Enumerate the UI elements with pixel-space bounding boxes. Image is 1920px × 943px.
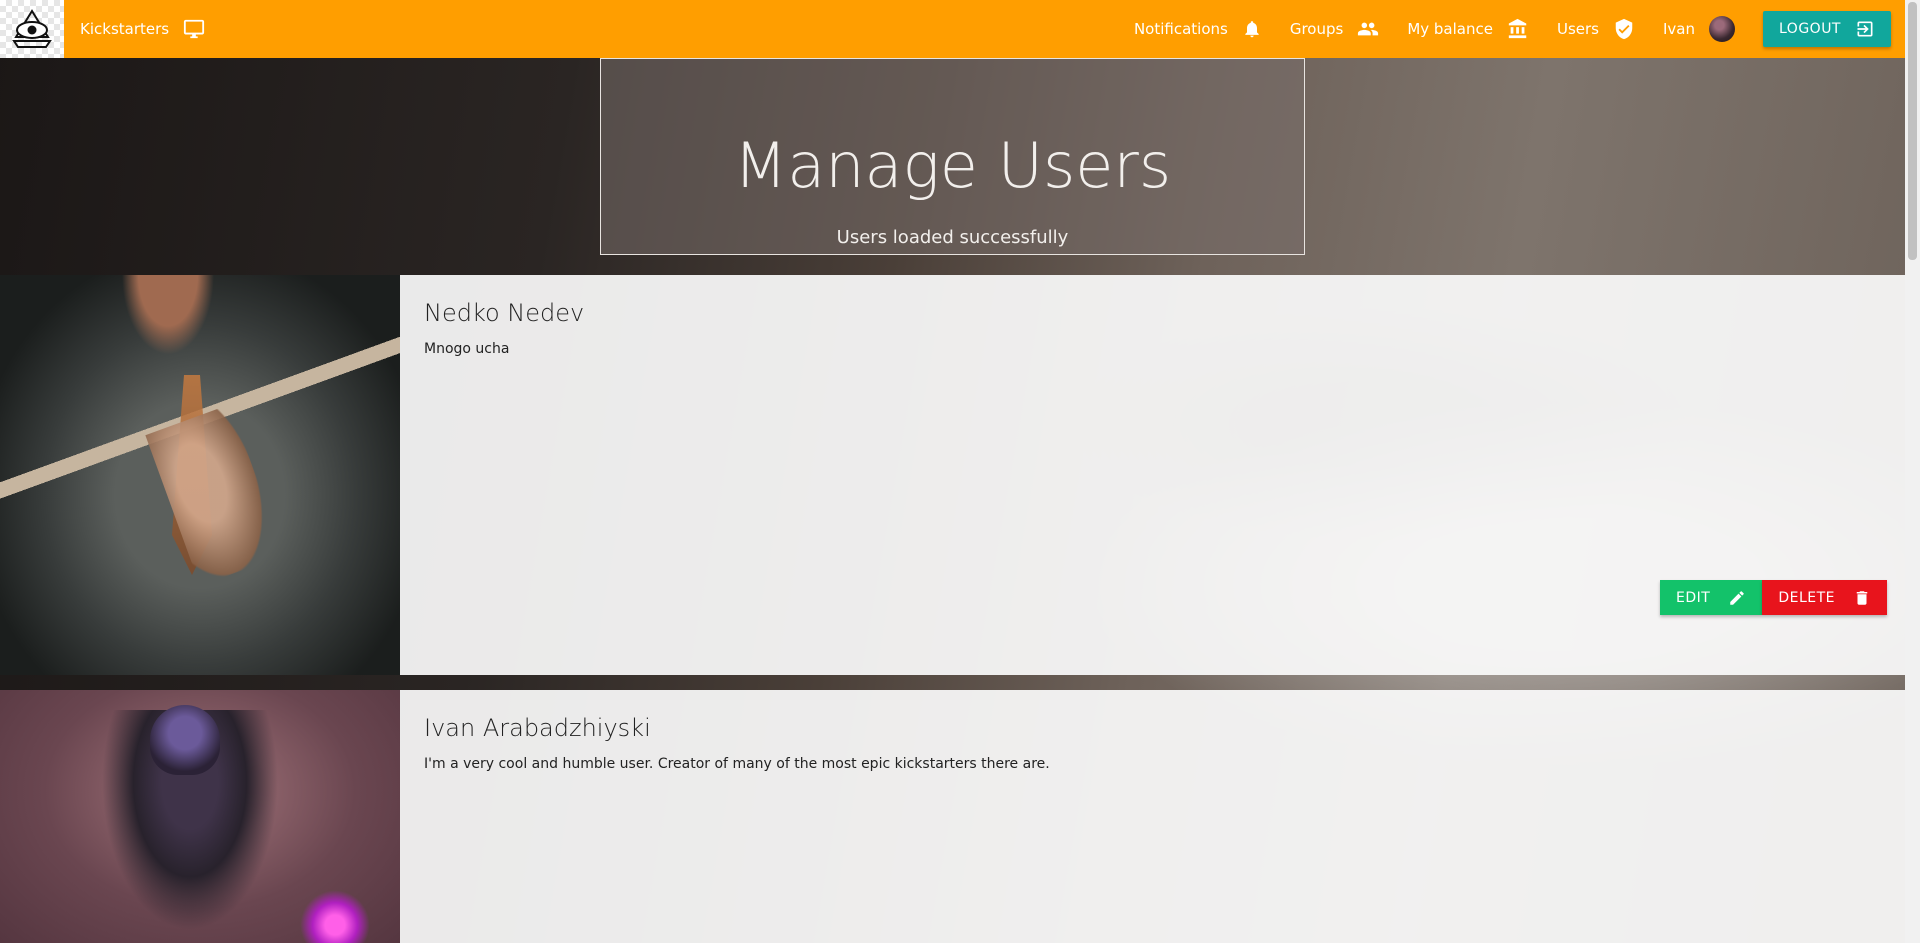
- eye-pyramid-logo-icon: [12, 9, 52, 48]
- page-scrollbar[interactable]: [1905, 0, 1920, 943]
- status-message: Users loaded successfully: [836, 227, 1069, 248]
- shield-check-icon: [1613, 18, 1635, 40]
- avatar: [1709, 16, 1735, 42]
- nav-kickstarters-label: Kickstarters: [80, 20, 170, 38]
- edit-label: EDIT: [1676, 589, 1711, 606]
- nav-kickstarters[interactable]: Kickstarters: [80, 0, 205, 58]
- nav-notifications[interactable]: Notifications: [1134, 0, 1262, 58]
- nav-my-balance-label: My balance: [1407, 20, 1493, 38]
- hero-banner: Manage Users Users loaded successfully: [600, 58, 1305, 255]
- user-name: Ivan Arabadzhiyski: [424, 714, 651, 742]
- user-description: Mnogo ucha: [424, 341, 510, 357]
- bell-icon: [1242, 19, 1262, 39]
- delete-label: DELETE: [1778, 589, 1835, 606]
- nav-groups[interactable]: Groups: [1290, 0, 1379, 58]
- top-navigation-bar: Kickstarters Notifications Groups My bal…: [0, 0, 1905, 58]
- exit-icon: [1855, 19, 1875, 39]
- user-card-body: Nedko Nedev Mnogo ucha EDIT DELETE: [400, 275, 1905, 675]
- delete-user-button[interactable]: DELETE: [1762, 580, 1887, 615]
- user-name: Nedko Nedev: [424, 299, 585, 327]
- logo[interactable]: [0, 0, 64, 58]
- user-photo: [0, 690, 400, 943]
- pencil-icon: [1728, 589, 1746, 607]
- trash-icon: [1853, 589, 1871, 607]
- user-description: I'm a very cool and humble user. Creator…: [424, 756, 1050, 772]
- bank-icon: [1507, 18, 1529, 40]
- nav-users[interactable]: Users: [1557, 0, 1635, 58]
- nav-my-balance[interactable]: My balance: [1407, 0, 1529, 58]
- nav-user-name: Ivan: [1663, 20, 1695, 38]
- scrollbar-thumb[interactable]: [1908, 2, 1917, 260]
- user-card: Nedko Nedev Mnogo ucha EDIT DELETE: [0, 275, 1905, 675]
- page-title: Manage Users: [733, 129, 1172, 202]
- user-card-body: Ivan Arabadzhiyski I'm a very cool and h…: [400, 690, 1905, 943]
- logout-label: LOGOUT: [1779, 21, 1841, 37]
- nav-notifications-label: Notifications: [1133, 20, 1228, 38]
- nav-user-profile[interactable]: Ivan: [1663, 0, 1735, 58]
- edit-user-button[interactable]: EDIT: [1660, 580, 1763, 615]
- nav-users-label: Users: [1556, 20, 1599, 38]
- nav-groups-label: Groups: [1289, 20, 1344, 38]
- groups-icon: [1357, 18, 1379, 40]
- monitor-icon: [183, 18, 205, 40]
- logout-button[interactable]: LOGOUT: [1763, 11, 1891, 47]
- user-actions: EDIT DELETE: [1660, 580, 1887, 615]
- user-card: Ivan Arabadzhiyski I'm a very cool and h…: [0, 690, 1905, 943]
- user-photo: [0, 275, 400, 675]
